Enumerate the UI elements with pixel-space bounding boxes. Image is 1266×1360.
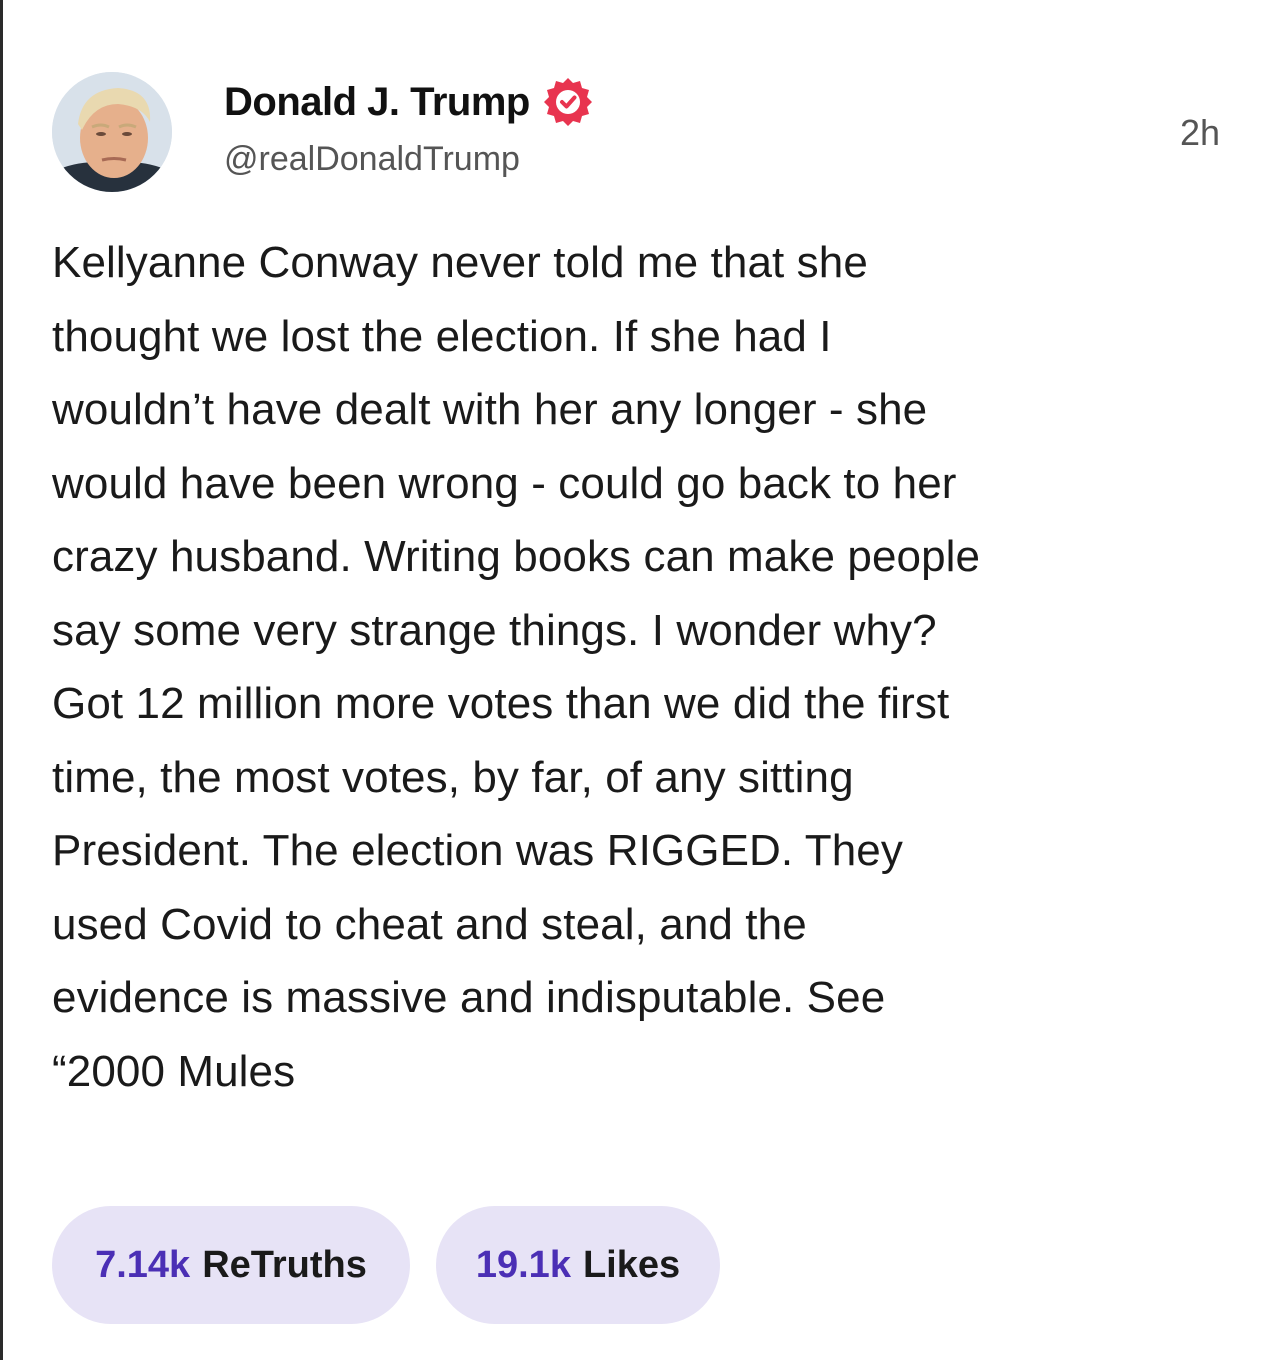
verified-badge-icon xyxy=(542,76,594,128)
post-timestamp[interactable]: 2h xyxy=(1180,112,1220,154)
likes-label: Likes xyxy=(582,1243,681,1286)
retruths-label: ReTruths xyxy=(202,1243,367,1286)
author-row: Donald J. Trump xyxy=(224,74,594,130)
likes-count: 19.1k xyxy=(475,1243,571,1286)
retruths-button[interactable]: 7.14k ReTruths xyxy=(52,1206,410,1324)
author-display-name[interactable]: Donald J. Trump xyxy=(224,80,530,125)
truth-post: Donald J. Trump @realDonaldTrump 2h Kell… xyxy=(0,0,1266,1360)
retruths-count: 7.14k xyxy=(95,1243,191,1286)
avatar[interactable] xyxy=(52,72,172,192)
avatar-image xyxy=(52,72,172,192)
likes-button[interactable]: 19.1k Likes xyxy=(436,1206,720,1324)
author-handle[interactable]: @realDonaldTrump xyxy=(224,140,520,179)
post-body-text: Kellyanne Conway never told me that she … xyxy=(52,238,981,1096)
